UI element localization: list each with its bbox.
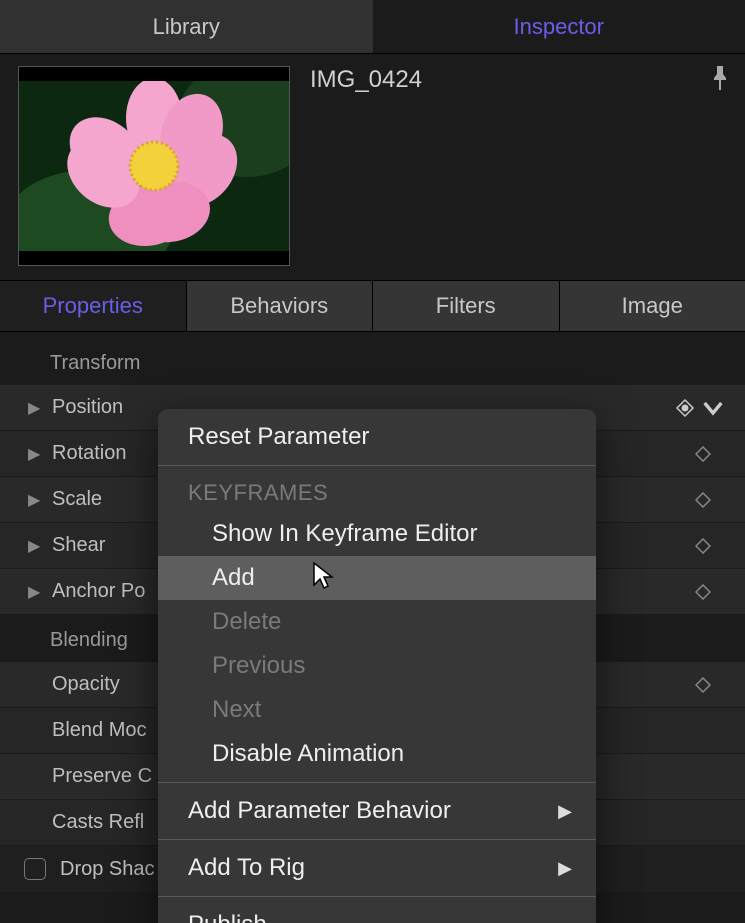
chevron-right-icon[interactable]: ▶ [28,490,46,510]
chevron-right-icon[interactable]: ▶ [28,582,46,602]
drop-shadow-checkbox[interactable] [24,858,46,880]
menu-separator [158,839,596,840]
keyframe-diamond-icon[interactable] [683,446,723,462]
preview-area: IMG_0424 [0,54,745,280]
tab-inspector[interactable]: Inspector [373,0,745,53]
submenu-arrow-icon: ▶ [558,801,572,822]
chevron-down-icon[interactable] [703,398,723,418]
keyframe-diamond-icon[interactable] [683,677,723,693]
chevron-right-icon[interactable]: ▶ [28,398,46,418]
inspector-panel: Library Inspector [0,0,745,923]
keyframe-diamond-icon[interactable] [683,492,723,508]
chevron-right-icon[interactable]: ▶ [28,444,46,464]
chevron-right-icon[interactable]: ▶ [28,536,46,556]
menu-delete-keyframe: Delete [158,600,596,644]
menu-add-to-rig[interactable]: Add To Rig ▶ [158,846,596,890]
menu-header-keyframes: KEYFRAMES [158,472,596,512]
keyframe-diamond-icon[interactable] [683,538,723,554]
preview-thumbnail[interactable] [18,66,290,266]
subtab-filters[interactable]: Filters [373,281,560,331]
animation-context-menu: Reset Parameter KEYFRAMES Show In Keyfra… [158,409,596,923]
param-label: Drop Shac [60,858,155,881]
menu-item-label: Add Parameter Behavior [188,797,451,825]
sub-tab-bar: Properties Behaviors Filters Image [0,280,745,332]
menu-show-in-keyframe-editor[interactable]: Show In Keyframe Editor [158,512,596,556]
section-header-transform: Transform [0,338,745,385]
menu-add-keyframe[interactable]: Add [158,556,596,600]
pin-icon[interactable] [689,66,729,95]
subtab-image[interactable]: Image [560,281,745,331]
menu-separator [158,896,596,897]
menu-separator [158,465,596,466]
menu-reset-parameter[interactable]: Reset Parameter [158,415,596,459]
keyframe-set-icon[interactable] [675,398,723,418]
menu-item-label: Add To Rig [188,854,305,882]
subtab-properties[interactable]: Properties [0,281,187,331]
submenu-arrow-icon: ▶ [558,858,572,879]
keyframe-diamond-icon[interactable] [683,584,723,600]
menu-next-keyframe: Next [158,688,596,732]
menu-publish[interactable]: Publish [158,903,596,923]
menu-previous-keyframe: Previous [158,644,596,688]
subtab-behaviors[interactable]: Behaviors [187,281,374,331]
menu-add-parameter-behavior[interactable]: Add Parameter Behavior ▶ [158,789,596,833]
top-tab-bar: Library Inspector [0,0,745,54]
menu-separator [158,782,596,783]
flower-image [19,81,289,251]
menu-disable-animation[interactable]: Disable Animation [158,732,596,776]
tab-library[interactable]: Library [0,0,373,53]
clip-title: IMG_0424 [310,66,689,94]
